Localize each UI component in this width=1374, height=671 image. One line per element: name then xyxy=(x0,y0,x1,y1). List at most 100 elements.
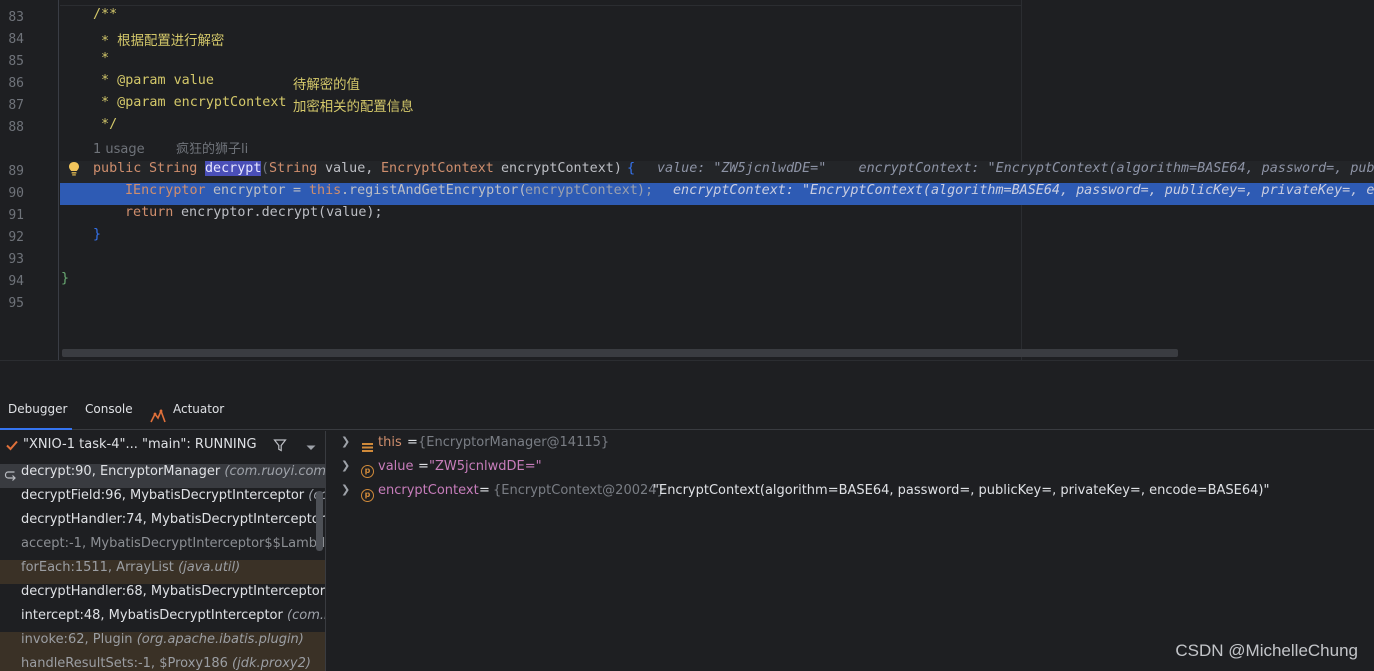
actuator-icon xyxy=(150,408,166,424)
variable-eq: = xyxy=(407,435,418,450)
frame-package: (org.apache.ibatis.plugin) xyxy=(136,632,304,647)
stack-frame-selected[interactable]: decrypt:90, EncryptorManager (com.ruoyi.… xyxy=(0,464,326,488)
usage-count-link[interactable]: 1 usage xyxy=(93,139,145,161)
line-number: 87 xyxy=(8,98,24,113)
comment-text: */ xyxy=(93,117,118,132)
thread-selector[interactable]: "XNIO-1 task-4"... "main": RUNNING xyxy=(0,431,325,459)
filter-icon[interactable] xyxy=(273,438,287,452)
operator: = xyxy=(293,183,302,198)
stack-frame[interactable]: decryptHandler:68, MybatisDecryptInterce… xyxy=(0,584,326,608)
keyword: public xyxy=(93,161,142,176)
variable-ref: {EncryptorManager@14115} xyxy=(418,435,610,450)
frame-package: (com.ruo xyxy=(287,608,325,623)
line-number: 85 xyxy=(8,54,24,69)
javadoc-param-tag: * @param encryptContext xyxy=(93,95,287,110)
statement: encryptor.decrypt(value); xyxy=(181,205,383,220)
chevron-right-icon[interactable]: ❯ xyxy=(341,483,350,496)
inline-debug-values: value: "ZW5jcnlwdDE=" encryptContext: "E… xyxy=(657,161,1374,176)
chevron-right-icon[interactable]: ❯ xyxy=(341,459,350,472)
frames-scrollbar[interactable] xyxy=(316,491,323,551)
frame-package: (com.ruoyi.common xyxy=(224,464,326,479)
code-line-method-signature: public String decrypt ( String value, En… xyxy=(60,161,1374,183)
line-number: 84 xyxy=(8,32,24,47)
frame-method: intercept:48, MybatisDecryptInterceptor xyxy=(21,608,283,623)
param-name: encryptContext) xyxy=(501,161,622,176)
thread-label: "XNIO-1 task-4"... "main": RUNNING xyxy=(23,437,257,452)
lightbulb-icon[interactable] xyxy=(68,161,80,177)
brace: } xyxy=(93,227,102,242)
line-number: 83 xyxy=(8,10,24,25)
tab-debugger[interactable]: Debugger xyxy=(0,402,72,430)
tab-actuator-label: Actuator xyxy=(173,402,225,416)
frame-method: forEach:1511, ArrayList xyxy=(21,560,174,575)
stack-frame-library[interactable]: forEach:1511, ArrayList (java.util) xyxy=(0,560,325,584)
step-icon xyxy=(4,469,17,482)
brace: { xyxy=(627,161,636,176)
panel-divider[interactable] xyxy=(0,360,1374,402)
variable-row[interactable]: ❯ p value = "ZW5jcnlwdDE=" xyxy=(327,459,1374,483)
type-name: IEncryptor xyxy=(125,183,206,198)
frame-package: (jdk.proxy2) xyxy=(232,656,311,671)
frames-panel: "XNIO-1 task-4"... "main": RUNNING decry… xyxy=(0,431,326,671)
stack-frame[interactable]: intercept:48, MybatisDecryptInterceptor … xyxy=(0,608,325,632)
line-number: 92 xyxy=(8,230,24,245)
chevron-right-icon[interactable]: ❯ xyxy=(341,435,350,448)
call-end: ); xyxy=(637,183,654,198)
frame-method: handleResultSets:-1, $Proxy186 xyxy=(21,656,228,671)
variable-row[interactable]: ❯ this = {EncryptorManager@14115} xyxy=(327,435,1374,459)
code-line: */ xyxy=(60,117,1374,139)
comment-text: /** xyxy=(93,7,118,22)
frame-method: decrypt:90, EncryptorManager xyxy=(21,464,221,479)
variable-name: this xyxy=(378,435,402,450)
code-area[interactable]: /** * 根据配置进行解密 * * @param value 待解密的值 * … xyxy=(60,0,1374,360)
check-icon xyxy=(5,438,19,452)
user-icon xyxy=(161,144,236,170)
inline-debug-values: encryptContext: "EncryptContext(algorith… xyxy=(673,183,1374,198)
tab-actuator[interactable]: Actuator xyxy=(150,402,230,430)
stack-frame-library[interactable]: handleResultSets:-1, $Proxy186 (jdk.prox… xyxy=(0,656,325,671)
field-icon xyxy=(361,441,374,454)
line-number: 94 xyxy=(8,274,24,289)
horizontal-scrollbar[interactable] xyxy=(62,349,1178,357)
debug-tabs: Debugger Console Actuator xyxy=(0,402,1374,430)
line-number: 91 xyxy=(8,208,24,223)
line-gutter[interactable]: 83 84 85 86 87 88 89 90 91 92 93 94 95 xyxy=(0,0,59,360)
code-line: } xyxy=(60,271,1374,293)
variable-eq: = xyxy=(418,459,429,474)
variable-row[interactable]: ❯ p encryptContext = {EncryptContext@200… xyxy=(327,483,1374,507)
variable-ref: {EncryptContext@20024} xyxy=(493,483,665,498)
javadoc-param-tag: * @param value xyxy=(93,73,214,88)
line-number: 90 xyxy=(8,186,24,201)
frame-method: accept:-1, MybatisDecryptInterceptor$$La… xyxy=(21,536,326,551)
chevron-down-icon[interactable] xyxy=(305,441,317,450)
comment-text: * xyxy=(93,51,110,66)
frame-method: decryptHandler:74, MybatisDecryptInterce… xyxy=(21,512,326,527)
keyword: this xyxy=(309,183,342,198)
method-call: .registAndGetEncryptor( xyxy=(341,183,527,198)
code-line: /** xyxy=(60,7,1374,29)
code-line: * @param value 待解密的值 xyxy=(60,73,1374,95)
code-line: return encryptor.decrypt(value); xyxy=(60,205,1374,227)
author-link[interactable]: 疯狂的狮子li xyxy=(176,139,248,161)
frame-method: decryptHandler:68, MybatisDecryptInterce… xyxy=(21,584,326,599)
stack-frame-library[interactable]: invoke:62, Plugin (org.apache.ibatis.plu… xyxy=(0,632,325,656)
javadoc-param-desc: 待解密的值 xyxy=(293,78,360,93)
line-number: 88 xyxy=(8,120,24,135)
code-editor[interactable]: 83 84 85 86 87 88 89 90 91 92 93 94 95 /… xyxy=(0,0,1374,360)
variable-name: encryptContext xyxy=(378,483,479,498)
param-name: value, xyxy=(325,161,374,176)
stack-frame[interactable]: accept:-1, MybatisDecryptInterceptor$$La… xyxy=(0,536,326,560)
frame-package: (java.util) xyxy=(178,560,241,575)
method-name-highlight[interactable]: decrypt xyxy=(205,161,262,176)
stack-frame[interactable]: decryptHandler:74, MybatisDecryptInterce… xyxy=(0,512,326,536)
code-line: * 根据配置进行解密 xyxy=(60,29,1374,51)
code-line: } xyxy=(60,227,1374,249)
stack-frame[interactable]: decryptField:96, MybatisDecryptIntercept… xyxy=(0,488,325,512)
code-vision-line: 1 usage 疯狂的狮子li xyxy=(60,139,1374,170)
code-line-execution-point: IEncryptor encryptor = this .registAndGe… xyxy=(60,183,1374,205)
line-number: 95 xyxy=(8,296,24,311)
parameter-icon: p xyxy=(361,489,374,502)
tab-console[interactable]: Console xyxy=(85,402,133,430)
variable-name: value xyxy=(378,459,414,474)
line-number: 86 xyxy=(8,76,24,91)
